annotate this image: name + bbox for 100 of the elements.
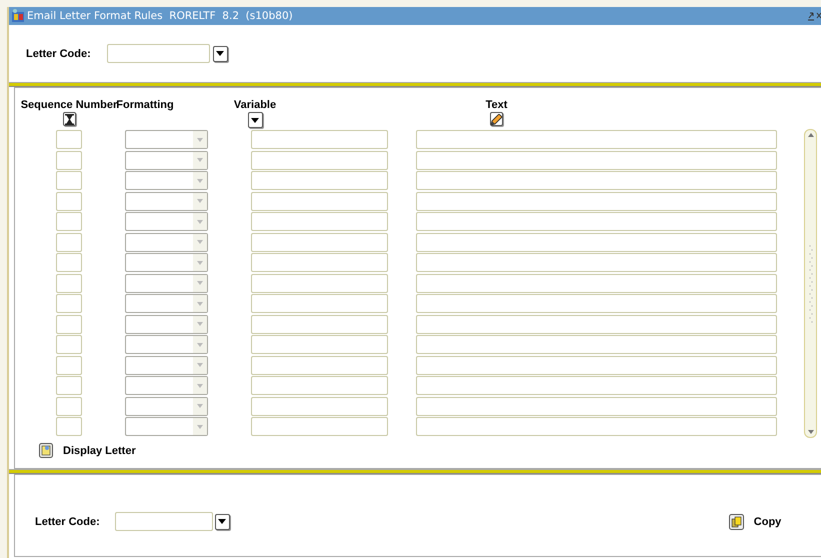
caret-icon	[216, 51, 224, 56]
variable-field[interactable]	[251, 294, 388, 313]
copy-icon	[728, 514, 744, 530]
variable-field[interactable]	[251, 232, 388, 252]
formatting-select[interactable]	[125, 314, 208, 334]
hourglass-icon[interactable]	[62, 112, 76, 126]
column-header: Variable	[234, 99, 276, 111]
column-header: Sequence Number	[20, 99, 118, 111]
caret-icon	[251, 118, 259, 122]
document-icon	[39, 443, 53, 458]
sequence-number-field[interactable]	[56, 417, 82, 436]
display-letter-button[interactable]: Display Letter	[39, 443, 136, 458]
scroll-down-icon[interactable]	[808, 430, 814, 434]
caret-icon	[218, 519, 226, 524]
formatting-select[interactable]	[125, 294, 208, 313]
variable-field[interactable]	[251, 150, 388, 170]
dropdown-button[interactable]	[248, 112, 262, 128]
app-icon	[11, 9, 25, 23]
text-field[interactable]	[416, 212, 777, 231]
caret-icon	[197, 158, 203, 162]
text-field[interactable]	[416, 396, 777, 416]
text-field[interactable]	[416, 335, 777, 354]
formatting-select[interactable]	[125, 396, 208, 416]
caret-icon	[197, 178, 203, 182]
scroll-up-icon[interactable]	[808, 133, 814, 137]
text-field[interactable]	[416, 150, 777, 170]
window-title: Email Letter Format Rules RORELTF 8.2 (s10b80)	[27, 10, 294, 22]
variable-field[interactable]	[251, 253, 388, 272]
caret-icon	[197, 342, 203, 346]
variable-field[interactable]	[251, 212, 388, 231]
text-field[interactable]	[416, 232, 777, 252]
text-field[interactable]	[416, 171, 777, 190]
sequence-number-field[interactable]	[56, 171, 82, 190]
text-field[interactable]	[416, 130, 777, 149]
formatting-select[interactable]	[125, 192, 208, 210]
caret-icon	[197, 404, 203, 408]
text-field[interactable]	[416, 356, 777, 374]
dropdown-button[interactable]	[212, 46, 228, 62]
formatting-select[interactable]	[125, 417, 208, 436]
sequence-number-field[interactable]	[56, 212, 82, 231]
text-field[interactable]	[416, 314, 777, 334]
formatting-select[interactable]	[125, 335, 208, 354]
formatting-select[interactable]	[125, 171, 208, 190]
sequence-number-field[interactable]	[56, 232, 82, 252]
letter-code-label: Letter Code:	[35, 516, 100, 528]
sequence-number-field[interactable]	[56, 130, 82, 149]
text-field[interactable]	[416, 417, 777, 436]
caret-icon	[197, 384, 203, 388]
variable-field[interactable]	[251, 356, 388, 374]
sequence-number-field[interactable]	[56, 274, 82, 292]
formatting-select[interactable]	[125, 356, 208, 374]
text-field[interactable]	[416, 192, 777, 210]
caret-icon	[197, 424, 203, 428]
column-header: Text	[486, 99, 508, 111]
text-field[interactable]	[416, 253, 777, 272]
formatting-select[interactable]	[125, 253, 208, 272]
caret-icon	[197, 220, 203, 224]
variable-field[interactable]	[251, 376, 388, 395]
sequence-number-field[interactable]	[56, 294, 82, 313]
formatting-select[interactable]	[125, 130, 208, 149]
variable-field[interactable]	[251, 335, 388, 354]
column-header: Formatting	[116, 99, 174, 111]
text-field[interactable]	[416, 294, 777, 313]
caret-icon	[197, 302, 203, 306]
text-field[interactable]	[416, 376, 777, 395]
text-field[interactable]	[416, 274, 777, 292]
caret-icon	[197, 322, 203, 326]
variable-field[interactable]	[251, 274, 388, 292]
letter-code-field[interactable]	[106, 44, 210, 63]
variable-field[interactable]	[251, 171, 388, 190]
caret-icon	[197, 199, 203, 203]
formatting-select[interactable]	[125, 150, 208, 170]
formatting-select[interactable]	[125, 274, 208, 292]
formatting-select[interactable]	[125, 232, 208, 252]
sequence-number-field[interactable]	[56, 314, 82, 334]
sequence-number-field[interactable]	[56, 253, 82, 272]
formatting-select[interactable]	[125, 212, 208, 231]
scrollbar[interactable]	[804, 129, 817, 438]
window-controls-icon[interactable]	[807, 11, 821, 21]
sequence-number-field[interactable]	[56, 396, 82, 416]
dropdown-button[interactable]	[214, 514, 230, 530]
pencil-icon[interactable]	[490, 112, 503, 126]
letter-code-field[interactable]	[114, 512, 213, 531]
sequence-number-field[interactable]	[56, 356, 82, 374]
caret-icon	[197, 138, 203, 142]
copy-button[interactable]: Copy	[728, 514, 782, 530]
caret-icon	[197, 281, 203, 285]
variable-field[interactable]	[251, 396, 388, 416]
scroll-grip-icon[interactable]	[808, 244, 814, 324]
sequence-number-field[interactable]	[56, 335, 82, 354]
formatting-select[interactable]	[125, 376, 208, 395]
caret-icon	[197, 260, 203, 264]
variable-field[interactable]	[251, 417, 388, 436]
variable-field[interactable]	[251, 130, 388, 149]
variable-field[interactable]	[251, 314, 388, 334]
variable-field[interactable]	[251, 192, 388, 210]
sequence-number-field[interactable]	[56, 376, 82, 395]
caret-icon	[197, 363, 203, 367]
sequence-number-field[interactable]	[56, 150, 82, 170]
sequence-number-field[interactable]	[56, 192, 82, 210]
